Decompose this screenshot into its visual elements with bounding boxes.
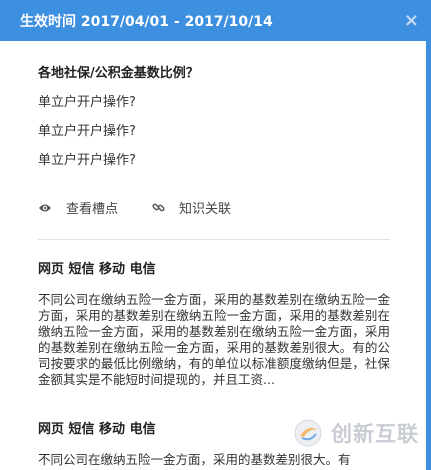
action-row: 查看槽点 知识关联 <box>38 198 231 217</box>
question-title: 各地社保/公积金基数比例？ <box>38 66 199 81</box>
watermark-text: 创新互联 <box>331 422 419 446</box>
sub-question-2[interactable]: 单立户开户操作? <box>38 123 136 141</box>
dialog-title: 生效时间 2017/04/01 - 2017/10/14 <box>20 13 273 30</box>
watermark: 创新互联 <box>293 418 419 448</box>
view-notes-button[interactable]: 查看槽点 <box>38 198 118 217</box>
sub-question-1[interactable]: 单立户开户操作? <box>38 94 136 112</box>
watermark-logo-icon <box>294 419 322 447</box>
sub-question-3[interactable]: 单立户开户操作? <box>38 152 136 170</box>
eye-icon <box>39 204 51 211</box>
close-icon[interactable]: × <box>404 11 419 30</box>
section-title-1: 网页 短信 移动 电信 <box>38 262 156 277</box>
divider <box>38 239 390 240</box>
section-text-2: 不同公司在缴纳五险一金方面，采用的基数差别很大。有 <box>38 452 351 467</box>
view-notes-label: 查看槽点 <box>66 202 119 217</box>
knowledge-link-label: 知识关联 <box>179 202 232 217</box>
link-icon <box>152 203 165 212</box>
section-text-1: 不同公司在缴纳五险一金方面，采用的基数差别在缴纳五险一金方面，采用的基数差别在缴… <box>38 292 390 387</box>
dialog-border <box>426 41 431 470</box>
knowledge-link-button[interactable]: 知识关联 <box>152 198 231 217</box>
section-title-2: 网页 短信 移动 电信 <box>38 422 156 437</box>
dialog-header: 生效时间 2017/04/01 - 2017/10/14 × <box>0 0 431 41</box>
